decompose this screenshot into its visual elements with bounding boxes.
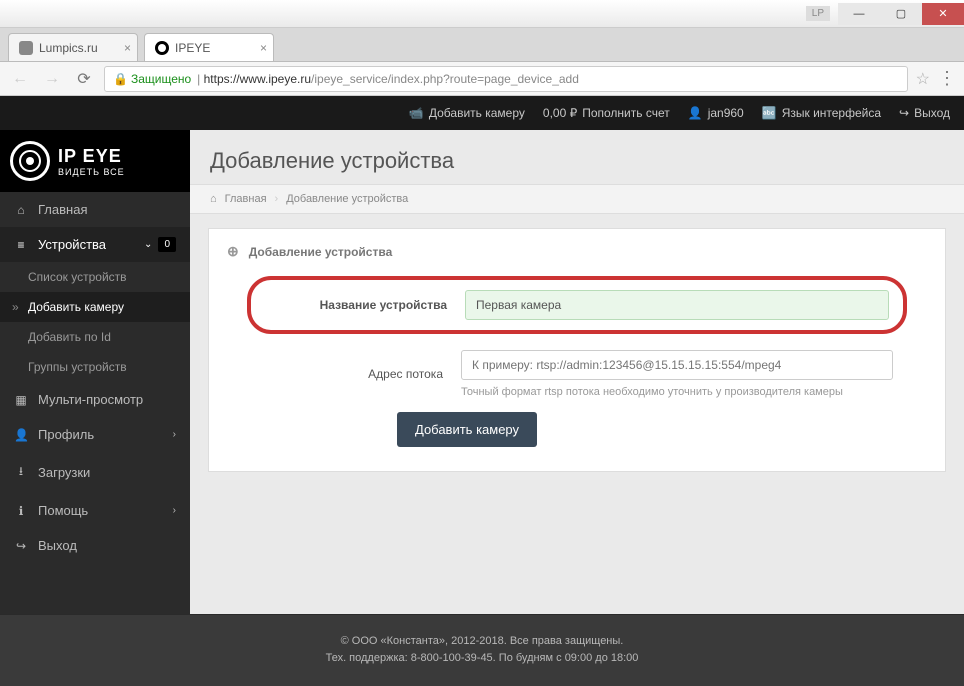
sidebar-item-logout[interactable]: ↪ Выход [0,528,190,563]
window-titlebar: LP — ▢ ✕ [0,0,964,28]
sidebar-sub-device-groups[interactable]: Группы устройств [0,352,190,382]
home-icon: ⌂ [210,193,217,205]
topbar-logout[interactable]: ↪ Выход [899,106,950,120]
sidebar-item-home[interactable]: ⌂ Главная [0,192,190,227]
chevron-right-icon: › [275,193,279,205]
sidebar-item-devices[interactable]: ≡ Устройства ⌄ 0 [0,227,190,262]
stream-address-input[interactable] [461,350,893,380]
topbar-language[interactable]: 🔤 Язык интерфейса [762,106,881,120]
footer-copyright: © ООО «Константа», 2012-2018. Все права … [0,633,964,651]
devices-count-badge: 0 [158,237,176,252]
tab-close-icon[interactable]: × [260,41,267,55]
stream-hint: Точный формат rtsp потока необходимо уто… [461,386,893,398]
user-icon: 👤 [688,106,703,120]
grid-icon: ▦ [14,393,28,407]
favicon-icon [19,41,33,55]
breadcrumb-home[interactable]: Главная [225,193,267,205]
user-icon: 👤 [14,428,28,442]
logo-main-text: IP EYE [58,146,125,167]
stream-address-label: Адрес потока [261,367,461,381]
chevron-right-icon: › [173,429,176,440]
browser-menu-icon[interactable]: ⋮ [938,68,956,89]
list-icon: ≡ [14,238,28,252]
sidebar-item-multiview[interactable]: ▦ Мульти-просмотр [0,382,190,417]
nav-back-button[interactable]: ← [8,67,32,91]
window-marker: LP [806,6,830,21]
app-body: IP EYE ВИДЕТЬ ВСЕ ⌂ Главная ≡ Устройства… [0,130,964,686]
topbar-add-camera[interactable]: 📹 Добавить камеру [409,106,525,120]
url-path: /ipeye_service/index.php?route=page_devi… [311,72,579,86]
sidebar-sub-add-by-id[interactable]: Добавить по Id [0,322,190,352]
breadcrumb-current: Добавление устройства [286,193,408,205]
logo[interactable]: IP EYE ВИДЕТЬ ВСЕ [0,130,190,192]
highlighted-field: Название устройства [247,276,907,334]
sidebar-item-help[interactable]: ℹ Помощь › [0,493,190,528]
info-icon: ℹ [14,504,28,518]
page-title: Добавление устройства [210,148,944,174]
secure-badge: 🔒 Защищено [113,72,191,86]
card-title: Добавление устройства [249,245,393,259]
window-minimize-button[interactable]: — [838,3,880,25]
lock-icon: 🔒 [113,72,128,86]
sidebar-sub-add-camera[interactable]: Добавить камеру [0,292,190,322]
chevron-down-icon: ⌄ [144,239,152,250]
tab-close-icon[interactable]: × [124,41,131,55]
breadcrumb: ⌂ Главная › Добавление устройства [190,184,964,214]
plus-circle-icon: ⊕ [227,243,239,260]
add-camera-button[interactable]: Добавить камеру [397,412,537,447]
sidebar-sub-device-list[interactable]: Список устройств [0,262,190,292]
topbar-balance[interactable]: 0,00 ₽ Пополнить счет [543,106,670,120]
form-card: ⊕ Добавление устройства Название устройс… [208,228,946,472]
browser-tabstrip: Lumpics.ru × IPEYE × [0,28,964,62]
browser-addressbar: ← → ⟳ 🔒 Защищено | https://www.ipeye.ru … [0,62,964,96]
logout-icon: ↪ [14,539,28,553]
favicon-icon [155,41,169,55]
tab-title: IPEYE [175,41,210,55]
footer-support: Тех. поддержка: 8-800-100-39-45. По будн… [0,650,964,668]
browser-tab-ipeye[interactable]: IPEYE × [144,33,274,61]
sidebar: IP EYE ВИДЕТЬ ВСЕ ⌂ Главная ≡ Устройства… [0,130,190,686]
topbar-user[interactable]: 👤 jan960 [688,106,744,120]
device-name-input[interactable] [465,290,889,320]
browser-tab-lumpics[interactable]: Lumpics.ru × [8,33,138,61]
nav-reload-button[interactable]: ⟳ [72,67,96,91]
url-input[interactable]: 🔒 Защищено | https://www.ipeye.ru /ipeye… [104,66,908,92]
logo-sub-text: ВИДЕТЬ ВСЕ [58,167,125,177]
nav-forward-button[interactable]: → [40,67,64,91]
url-host: https://www.ipeye.ru [204,72,311,86]
logo-eye-icon [10,141,50,181]
globe-icon: 🔤 [762,106,777,120]
sidebar-item-downloads[interactable]: ⭳ Загрузки [0,452,190,493]
bookmark-star-icon[interactable]: ☆ [916,69,930,89]
footer: © ООО «Константа», 2012-2018. Все права … [0,614,964,686]
window-close-button[interactable]: ✕ [922,3,964,25]
window-maximize-button[interactable]: ▢ [880,3,922,25]
logout-icon: ↪ [899,106,909,120]
chevron-right-icon: › [173,505,176,516]
device-name-label: Название устройства [265,298,465,312]
download-icon: ⭳ [14,462,28,483]
camera-icon: 📹 [409,106,424,120]
sidebar-item-profile[interactable]: 👤 Профиль › [0,417,190,452]
home-icon: ⌂ [14,203,28,217]
app-topbar: 📹 Добавить камеру 0,00 ₽ Пополнить счет … [0,96,964,130]
tab-title: Lumpics.ru [39,41,98,55]
content-area: Добавление устройства ⌂ Главная › Добавл… [190,130,964,686]
